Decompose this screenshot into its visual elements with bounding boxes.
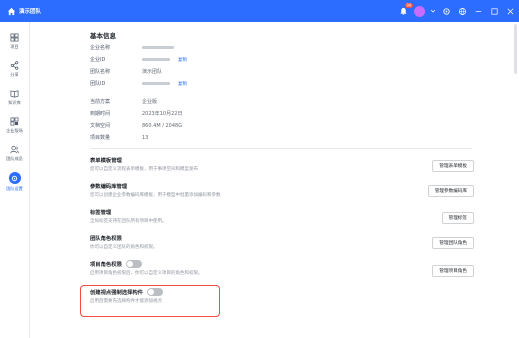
plan-value: 企业版 bbox=[142, 99, 158, 105]
scrollbar[interactable] bbox=[514, 24, 517, 74]
sidebar-item-team-settings[interactable]: 团队设置 bbox=[0, 172, 29, 192]
chevron-down-icon[interactable] bbox=[431, 6, 435, 16]
form-template-setting: 表单模板管理 您可以自定义流程表单模板，用于事项空间和模型发布 管理表单模板 bbox=[90, 156, 474, 172]
company-name-value bbox=[142, 46, 174, 49]
expire-value: 2023年10月22日 bbox=[142, 111, 183, 117]
company-name-row: 企业名称 bbox=[90, 44, 174, 51]
setting-title-row: 项目角色权限 bbox=[90, 260, 474, 268]
setting-desc: 启用项目角色权限后，你可以自定义项目的角色和权限。 bbox=[90, 271, 203, 276]
project-count-label: 项目数量 bbox=[90, 135, 111, 141]
sidebar-item-projects[interactable]: 项目 bbox=[0, 32, 29, 50]
expire-label: 到期时间 bbox=[90, 111, 111, 117]
maximize-icon[interactable] bbox=[489, 6, 499, 16]
team-name-label: 团队名称 bbox=[90, 69, 111, 75]
company-id-value bbox=[142, 58, 170, 61]
sidebar-item-knowledge[interactable]: 知识库 bbox=[0, 88, 29, 106]
settings-icon bbox=[8, 172, 21, 184]
apps-icon bbox=[10, 116, 20, 126]
setting-desc: 您可以自定义流程表单模板，用于事项空间和模型发布 bbox=[90, 167, 198, 172]
language-icon[interactable] bbox=[457, 6, 467, 16]
plan-row: 当前方案 企业版 bbox=[90, 98, 157, 105]
members-icon bbox=[10, 144, 20, 154]
sidebar: 项目 分享 知识库 企业版场 团队成员 团队设置 bbox=[0, 22, 30, 338]
setting-title: 表单模板管理 bbox=[90, 158, 122, 164]
project-count-row: 项目数量 13 bbox=[90, 134, 149, 142]
home-icon[interactable] bbox=[6, 6, 16, 16]
project-role-setting: 项目角色权限 启用项目角色权限后，你可以自定义项目的角色和权限。 管理项目角色 bbox=[90, 260, 474, 277]
gear-icon[interactable] bbox=[441, 6, 451, 16]
close-icon[interactable] bbox=[505, 6, 515, 16]
team-id-row: 团队ID 复制 bbox=[90, 80, 187, 87]
setting-desc: 全局标签支持在团队所有项目中使用。 bbox=[90, 219, 167, 224]
team-role-setting: 团队角色权限 你可以自定义团队的角色和权限。 管理团队角色 bbox=[90, 234, 474, 250]
company-name-label: 企业名称 bbox=[90, 45, 111, 51]
team-id-value bbox=[142, 82, 170, 85]
team-name-row: 团队名称 演示团队 bbox=[90, 68, 162, 75]
storage-row: 文档空间 860.4M / 2048G bbox=[90, 122, 183, 130]
book-icon bbox=[10, 88, 20, 98]
setting-title: 参数编码库管理 bbox=[90, 184, 128, 190]
sidebar-item-label: 项目 bbox=[10, 44, 19, 49]
section-title: 基本信息 bbox=[90, 32, 116, 40]
main-content: 基本信息 企业名称 企业ID 复制 团队名称 演示团队 团队ID 复制 当前方案… bbox=[30, 22, 519, 338]
highlight-box bbox=[80, 285, 220, 317]
sidebar-item-enterprise[interactable]: 企业版场 bbox=[0, 116, 29, 134]
company-id-label: 企业ID bbox=[90, 57, 106, 63]
setting-title: 团队角色权限 bbox=[90, 236, 122, 242]
sidebar-item-label: 知识库 bbox=[8, 100, 21, 105]
sidebar-item-share[interactable]: 分享 bbox=[0, 60, 29, 78]
param-code-setting: 参数编码库管理 您可以创建企业参数编码库模板，用于模型中批量添加编码和参数 管理… bbox=[90, 182, 474, 198]
setting-title: 项目角色权限 bbox=[90, 262, 122, 268]
share-icon bbox=[10, 60, 20, 70]
minimize-icon[interactable] bbox=[473, 6, 483, 16]
project-count-value: 13 bbox=[142, 134, 149, 141]
sidebar-item-members[interactable]: 团队成员 bbox=[0, 144, 29, 162]
notification-badge: 99 bbox=[404, 3, 413, 8]
sidebar-item-label: 团队设置 bbox=[6, 186, 23, 191]
sidebar-item-label: 企业版场 bbox=[6, 128, 23, 133]
manage-project-role-button[interactable]: 管理项目角色 bbox=[432, 265, 474, 277]
copy-company-id-link[interactable]: 复制 bbox=[178, 57, 187, 63]
expire-row: 到期时间 2023年10月22日 bbox=[90, 110, 182, 117]
title-bar: 演示团队 99 bbox=[0, 0, 519, 22]
team-name[interactable]: 演示团队 bbox=[19, 7, 41, 15]
setting-desc: 您可以创建企业参数编码库模板，用于模型中批量添加编码和参数 bbox=[90, 193, 221, 198]
setting-title: 标签管理 bbox=[90, 210, 112, 216]
project-role-toggle[interactable] bbox=[125, 260, 142, 268]
sidebar-item-label: 团队成员 bbox=[6, 156, 23, 161]
grid-icon bbox=[10, 32, 20, 42]
bell-icon[interactable]: 99 bbox=[398, 3, 413, 16]
manage-param-code-button[interactable]: 管理参数编码库 bbox=[427, 185, 474, 197]
manage-tags-button[interactable]: 管理标签 bbox=[441, 212, 474, 224]
setting-desc: 你可以自定义团队的角色和权限。 bbox=[90, 245, 158, 250]
team-name-value: 演示团队 bbox=[142, 69, 163, 75]
storage-label: 文档空间 bbox=[90, 123, 111, 129]
avatar[interactable] bbox=[414, 5, 425, 17]
sidebar-item-label: 分享 bbox=[10, 72, 19, 77]
manage-form-template-button[interactable]: 管理表单模板 bbox=[432, 160, 474, 172]
company-id-row: 企业ID 复制 bbox=[90, 56, 187, 63]
storage-value: 860.4M / 2048G bbox=[142, 122, 183, 129]
tag-setting: 标签管理 全局标签支持在团队所有项目中使用。 管理标签 bbox=[90, 208, 474, 224]
manage-team-role-button[interactable]: 管理团队角色 bbox=[432, 237, 474, 249]
divider bbox=[90, 148, 472, 149]
copy-team-id-link[interactable]: 复制 bbox=[178, 81, 187, 87]
plan-label: 当前方案 bbox=[90, 99, 111, 105]
team-id-label: 团队ID bbox=[90, 81, 106, 87]
